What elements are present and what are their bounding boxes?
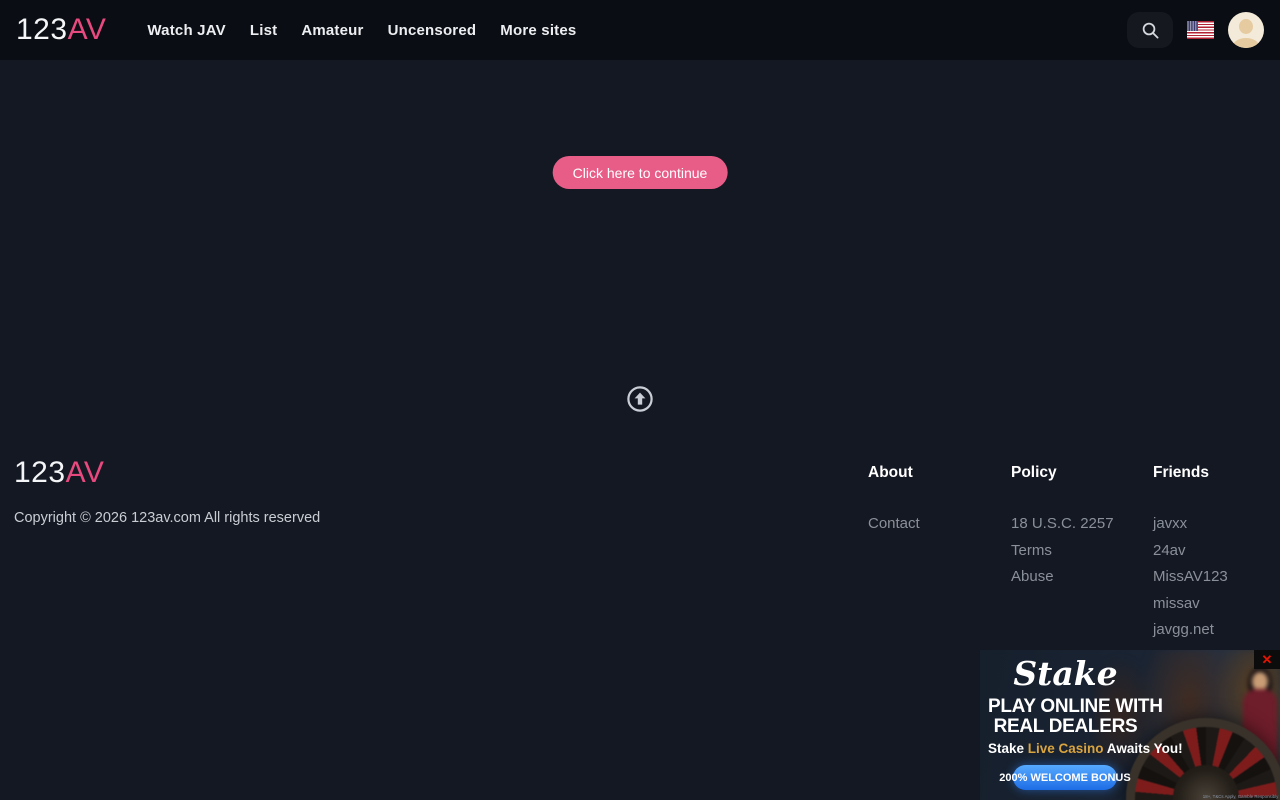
search-button[interactable] (1127, 12, 1173, 48)
ad-headline-line1: PLAY ONLINE WITH (988, 697, 1143, 717)
nav-item-uncensored[interactable]: Uncensored (388, 22, 477, 39)
footer-link-item: javgg.net (1153, 617, 1228, 644)
ad-subline: Stake Live Casino Awaits You! (988, 741, 1143, 756)
footer-link-abuse[interactable]: Abuse (1011, 564, 1114, 591)
footer-link-list: Contact (868, 511, 920, 538)
nav-item-amateur[interactable]: Amateur (301, 22, 363, 39)
flag-canton (1187, 21, 1198, 31)
footer-link-missav[interactable]: missav (1153, 591, 1228, 618)
ad-banner-stake[interactable]: Stake PLAY ONLINE WITH REAL DEALERS Stak… (980, 650, 1280, 800)
avatar-shoulders (1233, 38, 1259, 48)
footer-link-item: 24av (1153, 538, 1228, 565)
footer-link-javgg-net[interactable]: javgg.net (1153, 617, 1228, 644)
footer-column-title: Friends (1153, 463, 1228, 482)
continue-button[interactable]: Click here to continue (553, 156, 728, 189)
logo-prefix: 123 (16, 13, 68, 46)
copyright-text: Copyright © 2026 123av.com All rights re… (14, 510, 320, 526)
footer-logo[interactable]: 123AV (14, 456, 104, 490)
footer-column-title: Policy (1011, 463, 1114, 482)
footer-link-item: MissAV123 (1153, 564, 1228, 591)
arrow-up-circle-icon (626, 385, 654, 413)
ad-subline-suffix: Awaits You! (1104, 741, 1183, 756)
nav-item-watch-jav[interactable]: Watch JAV (147, 22, 225, 39)
avatar-head (1239, 19, 1253, 34)
footer-link-18-u-s-c-2257[interactable]: 18 U.S.C. 2257 (1011, 511, 1114, 538)
ad-cta-button[interactable]: 200% WELCOME BONUS (1013, 765, 1117, 790)
ad-headline: PLAY ONLINE WITH REAL DEALERS (988, 697, 1143, 736)
ad-headline-line2: REAL DEALERS (988, 717, 1143, 737)
ad-subline-highlight: Live Casino (1028, 741, 1104, 756)
back-to-top-button[interactable] (626, 385, 654, 413)
footer-logo-prefix: 123 (14, 456, 66, 489)
footer-link-24av[interactable]: 24av (1153, 538, 1228, 565)
user-avatar[interactable] (1228, 12, 1264, 48)
footer-logo-suffix: AV (66, 456, 105, 489)
page: { "brand": { "name_prefix": "123", "name… (0, 0, 1280, 800)
ad-content: Stake PLAY ONLINE WITH REAL DEALERS Stak… (988, 654, 1143, 756)
nav-item-more-sites[interactable]: More sites (500, 22, 576, 39)
search-icon (1141, 21, 1160, 40)
footer-link-list: javxx24avMissAV123missavjavgg.netSupjav (1153, 511, 1228, 671)
footer-link-javxx[interactable]: javxx (1153, 511, 1228, 538)
nav-item-list[interactable]: List (250, 22, 277, 39)
ad-subline-prefix: Stake (988, 741, 1028, 756)
ad-brand-logo: Stake (988, 654, 1143, 694)
main-nav: Watch JAV List Amateur Uncensored More sites (147, 22, 576, 39)
ad-disclaimer: 18+, T&Cs Apply, Gamble Responsibly (1202, 794, 1278, 799)
ad-close-button[interactable]: ✕ (1254, 650, 1280, 669)
footer-link-terms[interactable]: Terms (1011, 538, 1114, 565)
footer-column-about: About Contact (868, 463, 920, 538)
footer-link-item: Abuse (1011, 564, 1114, 591)
footer-link-item: 18 U.S.C. 2257 (1011, 511, 1114, 538)
navbar-right (1127, 12, 1264, 48)
footer-column-title: About (868, 463, 920, 482)
footer-link-item: javxx (1153, 511, 1228, 538)
footer-link-item: Contact (868, 511, 920, 538)
site-logo[interactable]: 123AV (16, 13, 106, 47)
footer-link-item: missav (1153, 591, 1228, 618)
footer-link-item: Terms (1011, 538, 1114, 565)
footer-column-policy: Policy 18 U.S.C. 2257TermsAbuse (1011, 463, 1114, 591)
footer-link-list: 18 U.S.C. 2257TermsAbuse (1011, 511, 1114, 591)
navbar: 123AV Watch JAV List Amateur Uncensored More… (0, 0, 1280, 60)
logo-suffix: AV (68, 13, 107, 46)
footer-column-friends: Friends javxx24avMissAV123missavjavgg.net… (1153, 463, 1228, 671)
footer-link-missav123[interactable]: MissAV123 (1153, 564, 1228, 591)
footer-link-contact[interactable]: Contact (868, 511, 920, 538)
language-flag-us-icon[interactable] (1187, 21, 1214, 39)
